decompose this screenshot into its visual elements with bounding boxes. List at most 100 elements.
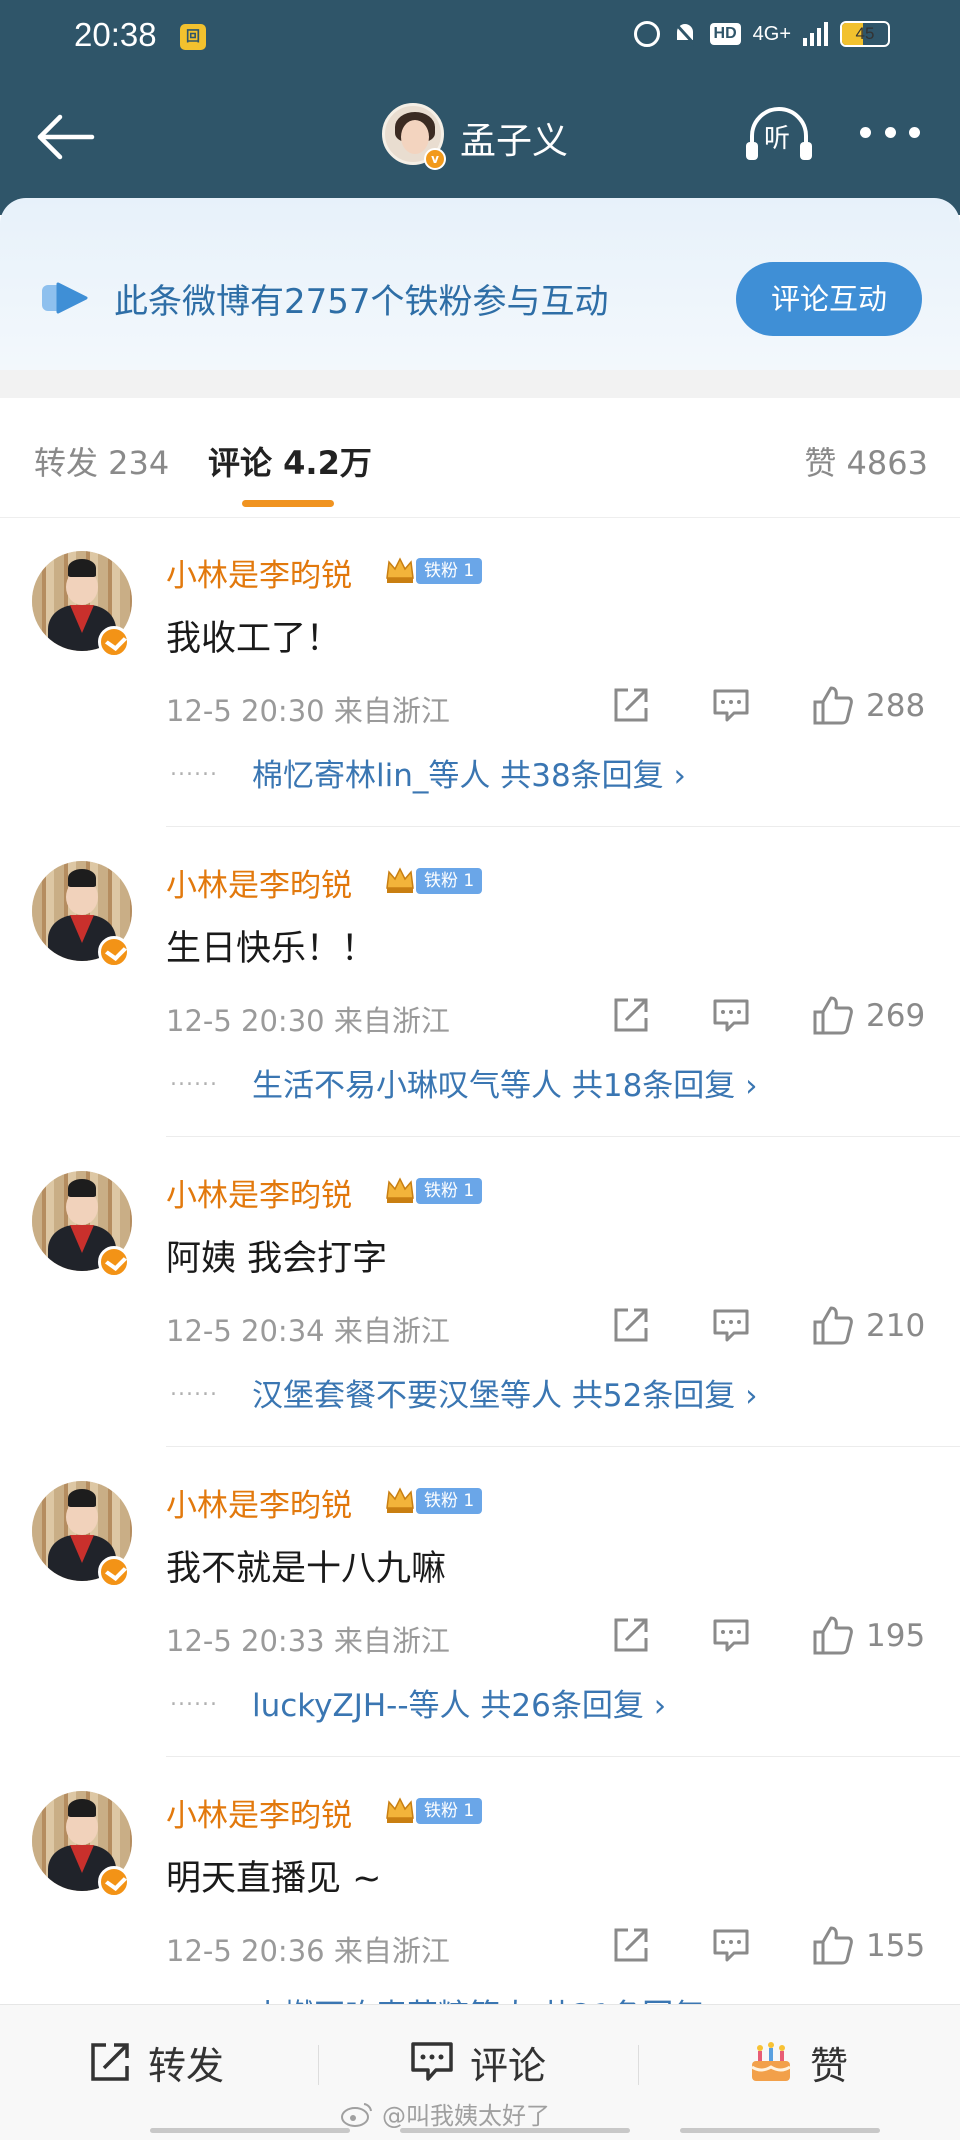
- listen-button[interactable]: 听: [744, 104, 814, 164]
- thumbs-up-icon[interactable]: [812, 994, 854, 1036]
- active-tab-indicator: [242, 500, 334, 507]
- comment-meta: 12-5 20:30 来自浙江: [166, 694, 450, 728]
- fan-level-badge: 铁粉 1: [416, 558, 483, 584]
- verified-badge-icon: [98, 626, 130, 658]
- tab-comment[interactable]: 评论 4.2万: [208, 438, 372, 484]
- bar-separator: [638, 2045, 639, 2085]
- fan-level-badge: 铁粉 1: [416, 868, 483, 894]
- crown-icon: [386, 1797, 414, 1823]
- reply-icon[interactable]: [712, 688, 750, 724]
- comment-icon: [411, 2042, 453, 2081]
- repost-icon: [91, 2043, 129, 2081]
- view-replies-link[interactable]: 棉忆寄林lin_等人 共38条回复 ›: [252, 750, 686, 795]
- reply-dots: ......: [170, 756, 218, 781]
- fan-banner-text: 此条微博有2757个铁粉参与互动: [114, 282, 609, 322]
- comment-text: 我收工了！: [166, 619, 342, 659]
- fan-banner: 此条微博有2757个铁粉参与互动 评论互动: [0, 198, 960, 370]
- reply-dots: ......: [170, 1376, 218, 1401]
- fan-interaction-icon: [42, 282, 88, 314]
- comment-button[interactable]: 评论: [410, 2037, 547, 2088]
- comment-meta: 12-5 20:36 来自浙江: [166, 1934, 450, 1968]
- reply-dots: ......: [170, 1066, 218, 1091]
- status-icons: HD 4G+ 45: [633, 20, 890, 48]
- verified-badge-icon: v: [424, 148, 446, 170]
- reply-icon[interactable]: [712, 998, 750, 1034]
- commenter-name[interactable]: 小林是李昀锐: [166, 1170, 352, 1215]
- tab-like[interactable]: 赞 4863: [804, 438, 928, 484]
- like-count: 210: [866, 1308, 926, 1344]
- bar-separator: [318, 2045, 319, 2085]
- like-button[interactable]: 赞: [748, 2037, 849, 2088]
- share-icon[interactable]: [612, 1306, 650, 1344]
- comment-text: 我不就是十八九嘛: [166, 1549, 447, 1589]
- like-count: 269: [866, 998, 926, 1034]
- comment-item: 小林是李昀锐 铁粉 1 我不就是十八九嘛 12-5 20:33 来自浙江 195…: [0, 1448, 960, 1758]
- verified-badge-icon: [98, 936, 130, 968]
- comment-text: 明天直播见 ~: [166, 1859, 382, 1899]
- weibo-logo-icon: [341, 2103, 372, 2127]
- view-replies-link[interactable]: 汉堡套餐不要汉堡等人 共52条回复 ›: [252, 1370, 758, 1415]
- verified-badge-icon: [98, 1556, 130, 1588]
- crown-icon: [386, 867, 414, 893]
- repost-button[interactable]: 转发: [88, 2037, 225, 2088]
- share-icon[interactable]: [612, 1926, 650, 1964]
- top-header: 20:38 回 HD 4G+ 45 v 孟子义 听: [0, 0, 960, 215]
- verified-badge-icon: [98, 1866, 130, 1898]
- more-menu-button[interactable]: [860, 122, 920, 142]
- share-icon[interactable]: [612, 1616, 650, 1654]
- comment-item: 小林是李昀锐 铁粉 1 生日快乐！！ 12-5 20:30 来自浙江 269 .…: [0, 828, 960, 1138]
- comment-item: 小林是李昀锐 铁粉 1 我收工了！ 12-5 20:30 来自浙江 288 ..…: [0, 518, 960, 828]
- fan-level-badge: 铁粉 1: [416, 1178, 483, 1204]
- mute-bell-icon: [673, 21, 696, 47]
- view-replies-link[interactable]: 生活不易小琳叹气等人 共18条回复 ›: [252, 1060, 758, 1105]
- reply-icon[interactable]: [712, 1308, 750, 1344]
- comment-interact-button[interactable]: 评论互动: [736, 262, 922, 336]
- thumbs-up-icon[interactable]: [812, 684, 854, 726]
- tab-repost[interactable]: 转发 234: [34, 438, 169, 484]
- listen-label: 听: [764, 124, 791, 154]
- back-arrow-icon[interactable]: [36, 112, 96, 162]
- post-tabs: 转发 234 评论 4.2万 赞 4863: [0, 398, 960, 518]
- thumbs-up-icon[interactable]: [812, 1614, 854, 1656]
- reply-icon[interactable]: [712, 1618, 750, 1654]
- commenter-name[interactable]: 小林是李昀锐: [166, 550, 352, 595]
- like-count: 288: [866, 688, 926, 724]
- hd-icon: HD: [709, 23, 741, 45]
- repost-label: 转发: [148, 2043, 225, 2088]
- thumbs-up-icon[interactable]: [812, 1304, 854, 1346]
- verified-badge-icon: [98, 1246, 130, 1278]
- reply-icon[interactable]: [712, 1928, 750, 1964]
- fan-level-badge: 铁粉 1: [416, 1798, 483, 1824]
- view-replies-link[interactable]: luckyZJH--等人 共26条回复 ›: [252, 1680, 666, 1725]
- commenter-name[interactable]: 小林是李昀锐: [166, 1480, 352, 1525]
- status-app-icon: 回: [180, 24, 206, 50]
- comment-divider: [166, 826, 960, 827]
- section-gap: [0, 370, 960, 398]
- like-label: 赞: [810, 2043, 849, 2088]
- comment-meta: 12-5 20:34 来自浙江: [166, 1314, 450, 1348]
- comment-text: 阿姨 我会打字: [166, 1239, 388, 1279]
- crown-icon: [386, 1177, 414, 1203]
- commenter-name[interactable]: 小林是李昀锐: [166, 860, 352, 905]
- share-icon[interactable]: [612, 996, 650, 1034]
- like-count: 155: [866, 1928, 926, 1964]
- thumbs-up-icon[interactable]: [812, 1924, 854, 1966]
- crown-icon: [386, 557, 414, 583]
- comment-item: 小林是李昀锐 铁粉 1 阿姨 我会打字 12-5 20:34 来自浙江 210 …: [0, 1138, 960, 1448]
- home-indicator: [150, 2128, 880, 2133]
- comment-meta: 12-5 20:33 来自浙江: [166, 1624, 450, 1658]
- page-title[interactable]: 孟子义: [460, 112, 568, 164]
- comment-divider: [166, 1136, 960, 1137]
- comment-label: 评论: [470, 2043, 547, 2088]
- signal-icon: [803, 22, 828, 46]
- watermark-text: @叫我姨太好了: [382, 2102, 550, 2130]
- birthday-cake-icon: [751, 2042, 791, 2081]
- like-count: 195: [866, 1618, 926, 1654]
- network-label: 4G+: [752, 22, 791, 45]
- comment-text: 生日快乐！！: [166, 929, 377, 969]
- alarm-icon: [633, 21, 660, 47]
- battery-icon: 45: [840, 21, 890, 47]
- share-icon[interactable]: [612, 686, 650, 724]
- commenter-name[interactable]: 小林是李昀锐: [166, 1790, 352, 1835]
- comment-meta: 12-5 20:30 来自浙江: [166, 1004, 450, 1038]
